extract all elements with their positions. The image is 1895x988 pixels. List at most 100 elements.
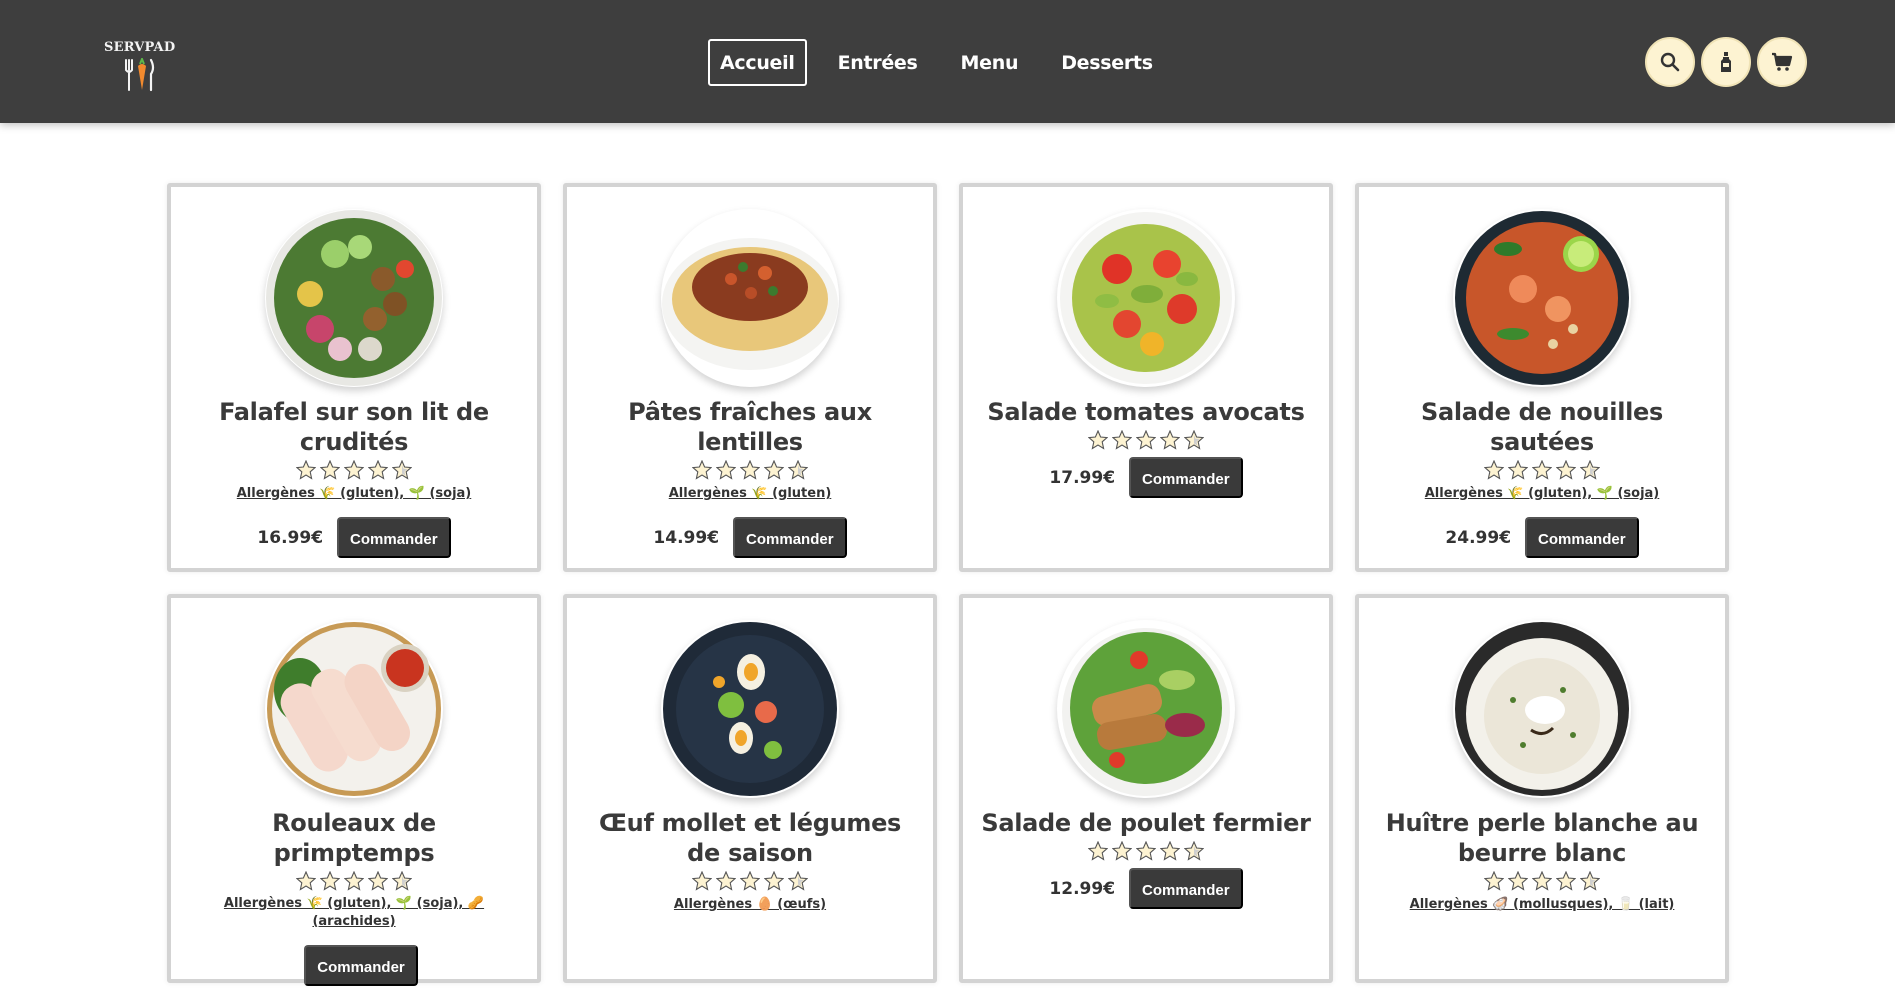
star-icon[interactable] [1136, 430, 1156, 450]
star-icon[interactable] [1136, 841, 1156, 861]
star-icon[interactable] [1112, 841, 1132, 861]
star-icon[interactable] [788, 871, 808, 891]
allergens-link[interactable]: Allergènes 🌾 (gluten), 🌱 (soja) [1413, 485, 1672, 503]
product-title: Salade de nouilles sautées [1420, 398, 1664, 456]
star-icon[interactable] [1088, 430, 1108, 450]
star-icon[interactable] [368, 871, 388, 891]
star-icon[interactable] [1556, 460, 1576, 480]
allergens-link[interactable]: Allergènes 🌾 (gluten), 🌱 (soja) [225, 485, 484, 503]
price: 17.99€ [1049, 467, 1116, 488]
cart-icon [1772, 52, 1793, 71]
star-icon[interactable] [788, 460, 808, 480]
spring-rolls-image [267, 622, 441, 796]
product-card: Pâtes fraîches aux lentilles Allergènes … [563, 183, 937, 572]
star-icon[interactable] [1484, 460, 1504, 480]
star-icon[interactable] [296, 460, 316, 480]
product-title: Falafel sur son lit de crudités [219, 398, 489, 456]
star-icon[interactable] [716, 871, 736, 891]
order-button[interactable]: Commander [1129, 868, 1243, 909]
product-card: Salade tomates avocats 17.99€ Commander [959, 183, 1333, 572]
nav-menu[interactable]: Menu [949, 39, 1031, 86]
star-icon[interactable] [392, 871, 412, 891]
nav-accueil[interactable]: Accueil [708, 39, 807, 86]
oyster-beurre-blanc-image [1455, 622, 1629, 796]
star-icon[interactable] [296, 871, 316, 891]
star-icon[interactable] [1532, 460, 1552, 480]
star-icon[interactable] [764, 460, 784, 480]
allergens-link[interactable]: Allergènes 🌾 (gluten), 🌱 (soja), 🥜 (arac… [171, 895, 537, 931]
star-icon[interactable] [392, 460, 412, 480]
star-icon[interactable] [1484, 871, 1504, 891]
buy-row: 16.99€ Commander [257, 517, 451, 558]
buy-row: 24.99€ Commander [1445, 517, 1639, 558]
rating-stars[interactable] [1086, 430, 1206, 451]
soft-egg-vegetables-image [663, 622, 837, 796]
order-button[interactable]: Commander [304, 945, 418, 986]
main-nav: Accueil Entrées Menu Desserts [708, 39, 1184, 86]
allergens-link[interactable]: Allergènes 🌾 (gluten) [657, 485, 844, 503]
star-icon[interactable] [1184, 841, 1204, 861]
product-card: Huître perle blanche au beurre blanc All… [1355, 594, 1729, 983]
product-title: Huître perle blanche au beurre blanc [1385, 809, 1699, 867]
star-icon[interactable] [1160, 430, 1180, 450]
rating-stars[interactable] [690, 460, 810, 481]
rating-stars[interactable] [294, 460, 414, 481]
drinks-button[interactable] [1701, 37, 1751, 87]
star-icon[interactable] [1184, 430, 1204, 450]
star-icon[interactable] [1112, 430, 1132, 450]
star-icon[interactable] [1160, 841, 1180, 861]
price: 12.99€ [1049, 878, 1116, 899]
product-title: Pâtes fraîches aux lentilles [628, 398, 872, 456]
rating-stars[interactable] [690, 871, 810, 892]
star-icon[interactable] [740, 871, 760, 891]
allergens-link[interactable]: Allergènes 🥚 (œufs) [662, 896, 838, 914]
star-icon[interactable] [344, 871, 364, 891]
star-icon[interactable] [1532, 871, 1552, 891]
buy-row: 14.99€ Commander [653, 517, 847, 558]
falafel-dish-image [266, 210, 442, 386]
star-icon[interactable] [1580, 871, 1600, 891]
star-icon[interactable] [740, 460, 760, 480]
star-icon[interactable] [1580, 460, 1600, 480]
rating-stars[interactable] [1482, 871, 1602, 892]
order-button[interactable]: Commander [1525, 517, 1639, 558]
rating-stars[interactable] [294, 871, 414, 891]
header-actions [1645, 37, 1813, 87]
star-icon[interactable] [1088, 841, 1108, 861]
search-icon [1660, 52, 1680, 72]
product-card: Salade de poulet fermier 12.99€ Commande… [959, 594, 1333, 983]
star-icon[interactable] [344, 460, 364, 480]
star-icon[interactable] [692, 460, 712, 480]
rating-stars[interactable] [1086, 841, 1206, 862]
star-icon[interactable] [1508, 460, 1528, 480]
star-icon[interactable] [320, 871, 340, 891]
tomato-avocado-salad-image [1060, 212, 1232, 384]
order-button[interactable]: Commander [337, 517, 451, 558]
product-title: Œuf mollet et légumes de saison [598, 809, 902, 867]
star-icon[interactable] [1508, 871, 1528, 891]
star-icon[interactable] [716, 460, 736, 480]
product-grid: Falafel sur son lit de crudités Allergèn… [167, 183, 1731, 986]
price: 14.99€ [653, 527, 720, 548]
top-header: SERVPAD Accueil Entrées Menu Desserts [0, 0, 1895, 123]
cart-button[interactable] [1757, 37, 1807, 87]
allergens-link[interactable]: Allergènes 🦪 (mollusques), 🥛 (lait) [1398, 896, 1687, 914]
product-card: Falafel sur son lit de crudités Allergèn… [167, 183, 541, 572]
order-button[interactable]: Commander [1129, 457, 1243, 498]
search-button[interactable] [1645, 37, 1695, 87]
product-card: Œuf mollet et légumes de saison Allergèn… [563, 594, 937, 983]
star-icon[interactable] [764, 871, 784, 891]
star-icon[interactable] [1556, 871, 1576, 891]
star-icon[interactable] [692, 871, 712, 891]
product-title: Rouleaux de primptemps [272, 809, 436, 867]
nav-desserts[interactable]: Desserts [1049, 39, 1165, 86]
rating-stars[interactable] [1482, 460, 1602, 481]
nav-entrees[interactable]: Entrées [826, 39, 930, 86]
noodle-salad-image [1455, 211, 1629, 385]
price: 24.99€ [1445, 527, 1512, 548]
order-button[interactable]: Commander [733, 517, 847, 558]
pasta-lentils-dish-image [662, 238, 838, 370]
star-icon[interactable] [368, 460, 388, 480]
logo[interactable]: SERVPAD [104, 40, 175, 96]
star-icon[interactable] [320, 460, 340, 480]
